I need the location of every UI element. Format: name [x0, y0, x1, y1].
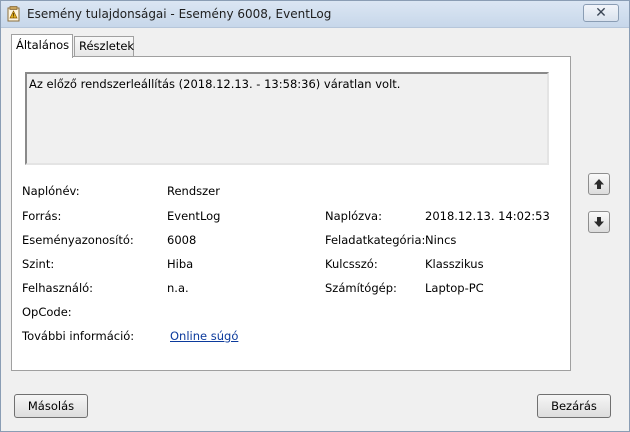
window-close-button[interactable]: ✕ [583, 4, 619, 22]
log-name-value: Rendszer [167, 184, 220, 198]
logged-label: Naplózva: [325, 209, 382, 223]
task-category-label: Feladatkategória: [325, 233, 426, 247]
event-viewer-icon [7, 6, 21, 22]
copy-button[interactable]: Másolás [14, 394, 88, 418]
online-help-link[interactable]: Online súgó [170, 329, 238, 343]
next-event-button[interactable] [588, 211, 610, 233]
event-id-label: Eseményazonosító: [22, 233, 134, 247]
computer-label: Számítógép: [325, 281, 397, 295]
log-name-label: Naplónév: [22, 184, 80, 198]
tab-details[interactable]: Részletek [74, 36, 134, 57]
window-title: Esemény tulajdonságai - Esemény 6008, Ev… [27, 7, 332, 21]
keywords-label: Kulcsszó: [325, 257, 378, 271]
task-category-value: Nincs [425, 233, 457, 247]
logged-value: 2018.12.13. 14:02:53 [425, 209, 550, 223]
user-label: Felhasználó: [22, 281, 94, 295]
opcode-label: OpCode: [22, 305, 72, 319]
more-info-label: További információ: [22, 329, 135, 343]
tab-general[interactable]: Általános [11, 34, 73, 58]
close-button[interactable]: Bezárás [537, 394, 611, 418]
keywords-value: Klasszikus [425, 257, 484, 271]
title-bar[interactable]: Esemény tulajdonságai - Esemény 6008, Ev… [1, 1, 629, 28]
event-properties-window: Esemény tulajdonságai - Esemény 6008, Ev… [0, 0, 630, 432]
close-icon: ✕ [595, 5, 607, 21]
level-value: Hiba [167, 257, 194, 271]
general-tab-panel: Az előző rendszerleállítás (2018.12.13. … [11, 56, 571, 371]
computer-value: Laptop-PC [425, 281, 484, 295]
event-id-value: 6008 [167, 233, 197, 247]
level-label: Szint: [22, 257, 55, 271]
previous-event-button[interactable] [588, 173, 610, 195]
user-value: n.a. [167, 281, 189, 295]
event-message-box[interactable]: Az előző rendszerleállítás (2018.12.13. … [25, 72, 549, 165]
source-value: EventLog [167, 209, 221, 223]
source-label: Forrás: [22, 209, 62, 223]
